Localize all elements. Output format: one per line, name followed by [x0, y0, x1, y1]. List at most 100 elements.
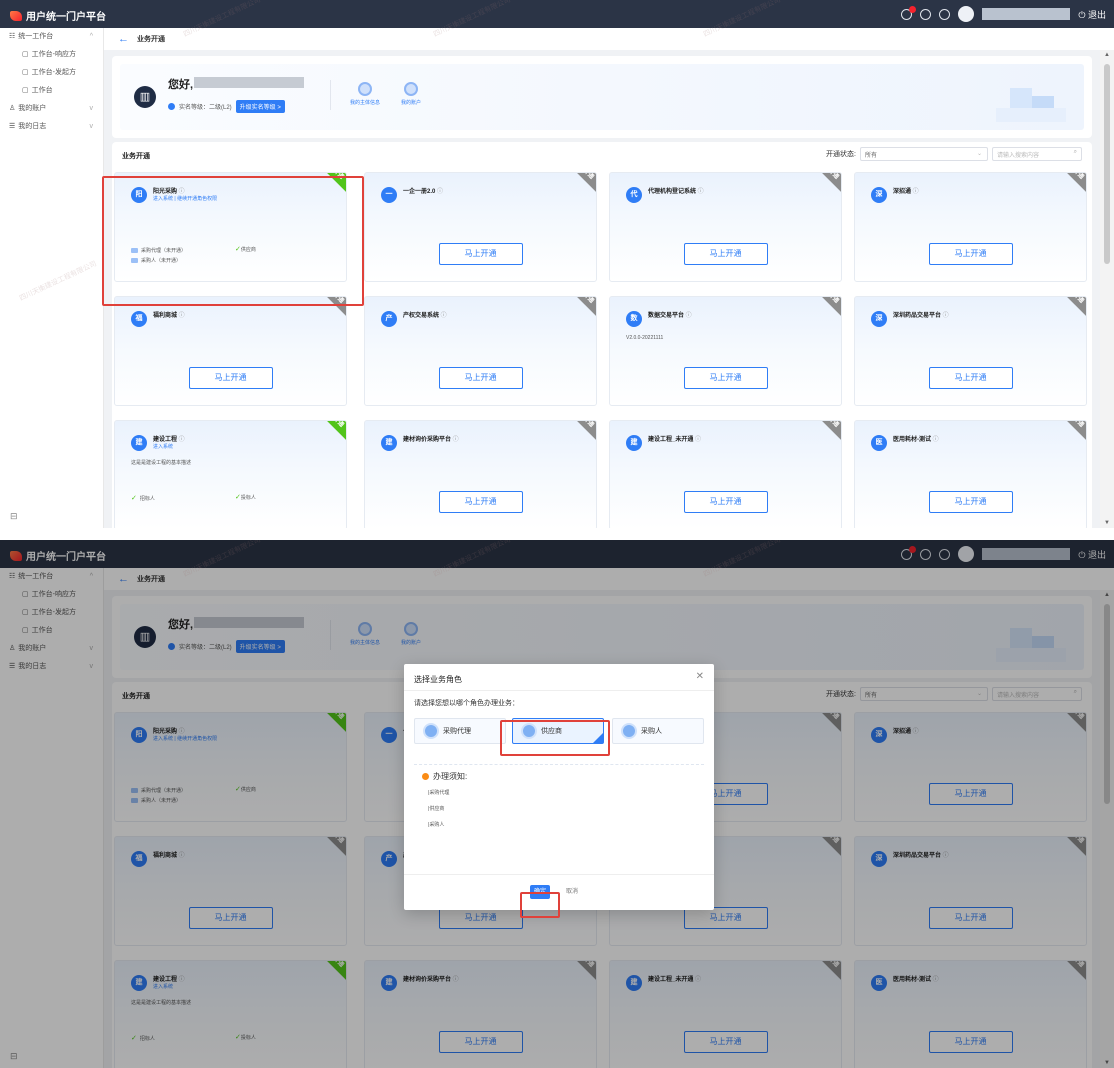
service-icon: 建	[381, 435, 397, 451]
chevron-up-icon: ^	[89, 33, 93, 40]
open-now-button[interactable]: 马上开通	[928, 367, 1013, 389]
card-title: 医用耗材-测试	[893, 434, 939, 443]
business-card: 未开通建建材询价采购平台马上开通	[364, 420, 597, 528]
avatar[interactable]	[958, 6, 975, 22]
scrollbar[interactable]: ▲ ▼	[1100, 50, 1114, 528]
welcome-inner: ▥ 您好, 实名等级：二级(L2) 升级实名等级 > 我的主体信息 我的账户	[120, 64, 1084, 130]
highlight-box	[102, 176, 364, 306]
role-option-purchaser[interactable]: 采购人	[612, 718, 704, 744]
status-badge: 未开通	[559, 421, 596, 447]
entity-icon	[358, 82, 372, 96]
business-card: 未开通深深招通马上开通	[854, 172, 1087, 282]
logo-icon	[10, 10, 22, 21]
sidebar: ☷ 统一工作台 ^ ▢ 工作台-响应方 ▢ 工作台-发起方 ▢ 工作台 ♙ 我的账户 v ☰ 我…	[0, 28, 104, 528]
cert-level: 实名等级：二级(L2) 升级实名等级 >	[168, 100, 285, 113]
card-title: 数据交易平台	[648, 310, 692, 319]
collapse-icon[interactable]: ⊟	[10, 511, 18, 522]
panel-title: 业务开通	[122, 153, 150, 160]
open-now-button[interactable]: 马上开通	[438, 491, 523, 513]
sidebar-item-initiator[interactable]: ▢ 工作台-发起方	[0, 64, 103, 82]
user-avatar-icon	[423, 723, 439, 739]
card-title: 代理机构登记系统	[648, 186, 704, 195]
settings-icon[interactable]	[939, 8, 951, 20]
back-arrow-icon[interactable]: ←	[118, 33, 129, 45]
top-bar: 用户统一门户平台 ⏻ 退出	[0, 0, 1114, 28]
app-logo[interactable]: 用户统一门户平台	[10, 8, 106, 23]
card-title: 产权交易系统	[403, 310, 447, 319]
upgrade-button[interactable]: 升级实名等级 >	[235, 100, 285, 113]
role-list: ✓ 招标人	[131, 493, 155, 503]
open-now-button[interactable]: 马上开通	[683, 367, 768, 389]
open-now-button[interactable]: 马上开通	[683, 491, 768, 513]
quick-link-account[interactable]: 我的账户	[396, 82, 426, 106]
sidebar-item-logs[interactable]: ☰ 我的日志 v	[0, 118, 103, 136]
quick-link-entity[interactable]: 我的主体信息	[350, 82, 380, 106]
greeting: 您好,	[168, 79, 194, 91]
service-icon: 深	[871, 311, 887, 327]
open-now-button[interactable]: 马上开通	[928, 243, 1013, 265]
notice-section: 办理须知: |采购代理 |供应商 |采购人	[414, 764, 704, 828]
open-now-button[interactable]: 马上开通	[928, 491, 1013, 513]
status-select[interactable]: 所有 ⌄	[860, 147, 988, 161]
role-item: ✓ 招标人	[131, 495, 155, 502]
chevron-down-icon: ⌄	[976, 151, 982, 157]
topbar-actions: ⏻ 退出	[901, 5, 1106, 22]
status-badge: 未开通	[1049, 173, 1086, 199]
user-icon[interactable]	[920, 8, 932, 20]
account-icon	[404, 82, 418, 96]
business-card: 未开通深深圳药品交易平台马上开通	[854, 296, 1087, 406]
card-links[interactable]: 进入系统	[153, 443, 173, 450]
doc-icon: ▢	[22, 69, 29, 76]
dialog-prompt: 请选择您想以哪个角色办理业务：	[414, 700, 519, 707]
status-badge: 未开通	[804, 173, 841, 199]
business-card: 已开通建建设工程进入系统这是是建设工程的基本描述 ✓招标人 ✓投标人	[114, 420, 347, 528]
open-now-button[interactable]: 马上开通	[683, 243, 768, 265]
people-icon: ♙	[9, 105, 16, 112]
screenshot-business-list: 用户统一门户平台 ⏻ 退出 ☷ 统一工作台 ^ ▢ 工作台-响应方 ▢ 工作台-发起方 …	[0, 0, 1114, 528]
page-title: 业务开通	[137, 36, 165, 43]
grid-icon: ☷	[9, 33, 16, 40]
role-list: ✓投标人	[235, 493, 256, 501]
business-card: 未开通代代理机构登记系统马上开通	[609, 172, 842, 282]
sidebar-item-workspace[interactable]: ▢ 工作台	[0, 82, 103, 100]
open-now-button[interactable]: 马上开通	[188, 367, 273, 389]
business-card: 未开通产产权交易系统马上开通	[364, 296, 597, 406]
filter-bar: 开通状态: 所有 ⌄ 请输入搜索内容 ⌕	[826, 147, 1082, 161]
card-title: 深圳药品交易平台	[893, 310, 949, 319]
breadcrumb: ← 业务开通	[104, 28, 1114, 50]
business-card: 未开通医医用耗材-测试马上开通	[854, 420, 1087, 528]
status-badge: 未开通	[559, 173, 596, 199]
search-input[interactable]: 请输入搜索内容 ⌕	[992, 147, 1082, 161]
scroll-thumb[interactable]	[1104, 64, 1110, 264]
sidebar-item-account[interactable]: ♙ 我的账户 v	[0, 100, 103, 118]
card-description: V2.0.0-20221111	[626, 335, 664, 341]
role-item: ✓投标人	[235, 494, 256, 501]
screenshot-role-dialog: 用户统一门户平台 ⏻ 退出 ☷ 统一工作台 ^ ▢ 工作台-响应方 ▢ 工作台-发起方 …	[0, 540, 1114, 1068]
sidebar-item-responder[interactable]: ▢ 工作台-响应方	[0, 46, 103, 64]
card-title: 建设工程_未开通	[648, 434, 701, 443]
notification-icon[interactable]	[901, 5, 917, 20]
business-card: 未开通数数据交易平台 V2.0.0-20221111 马上开通	[609, 296, 842, 406]
name-redacted	[194, 77, 304, 88]
role-option-agent[interactable]: 采购代理	[414, 718, 506, 744]
service-icon: 一	[381, 187, 397, 203]
service-icon: 数	[626, 311, 642, 327]
notice-list: |采购代理 |供应商 |采购人	[428, 785, 449, 833]
divider	[330, 80, 331, 110]
card-description: 这是是建设工程的基本描述	[131, 460, 192, 466]
service-icon: 医	[871, 435, 887, 451]
open-now-button[interactable]: 马上开通	[438, 243, 523, 265]
cancel-button[interactable]: 取消	[566, 885, 578, 899]
status-badge: 未开通	[559, 297, 596, 323]
card-title: 福利商城	[153, 310, 185, 319]
shield-icon	[168, 103, 175, 110]
app-title: 用户统一门户平台	[26, 12, 106, 23]
logout-button[interactable]: ⏻ 退出	[1078, 8, 1106, 21]
sidebar-item-workbench[interactable]: ☷ 统一工作台 ^	[0, 28, 103, 46]
close-icon[interactable]: ✕	[696, 671, 704, 682]
notification-badge	[909, 5, 917, 13]
open-now-button[interactable]: 马上开通	[438, 367, 523, 389]
card-title: 建设工程	[153, 434, 185, 443]
user-avatar-icon	[621, 723, 637, 739]
card-title: 建材询价采购平台	[403, 434, 459, 443]
